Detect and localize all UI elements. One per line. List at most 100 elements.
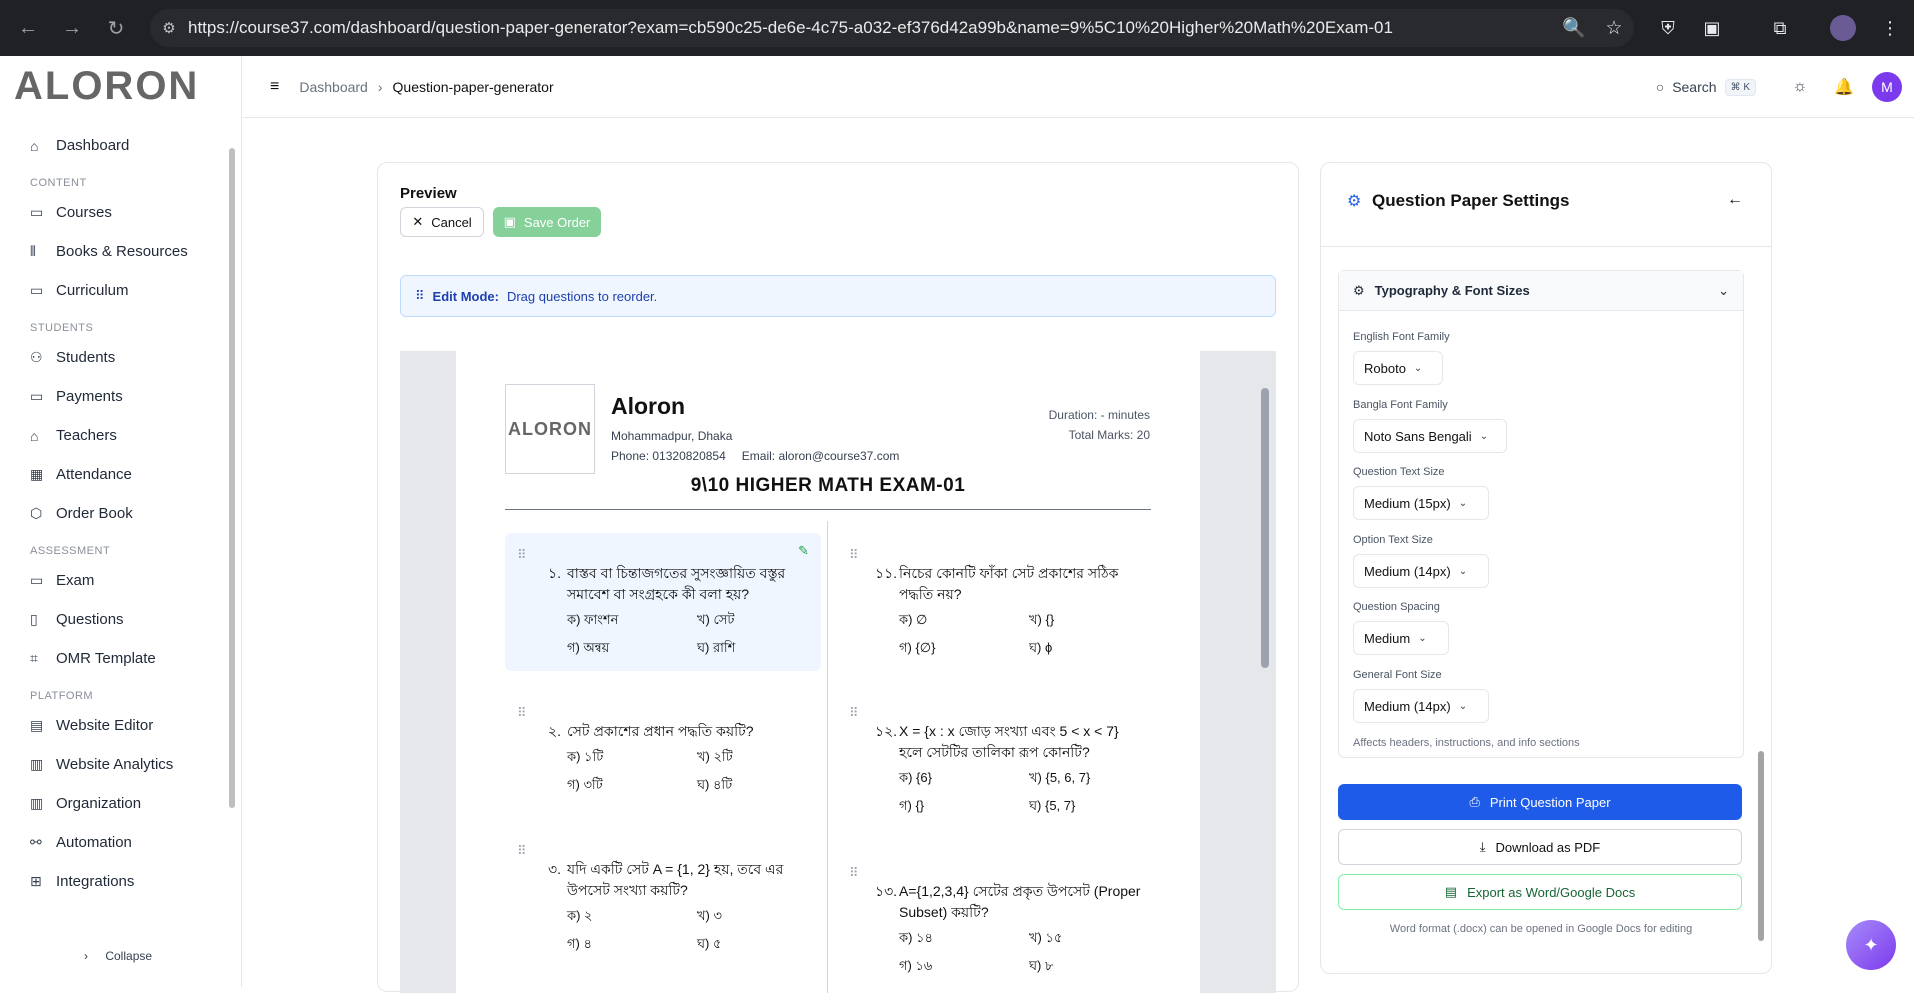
user-avatar[interactable]: M	[1872, 72, 1902, 102]
question-item[interactable]: ⠿ ১২. X = {x : x জোড় সংখ্যা এবং 5 < x < 7…	[837, 691, 1153, 831]
sidebar-item-students[interactable]: ⚇ Students	[0, 338, 232, 377]
url-text[interactable]: https://course37.com/dashboard/question-…	[188, 18, 1554, 38]
sidebar-item-website-editor[interactable]: ▤ Website Editor	[0, 706, 232, 745]
browser-menu-icon[interactable]: ⋮	[1872, 10, 1908, 46]
shield-extension-icon[interactable]: ⛨	[1650, 10, 1686, 46]
sidebar-item-payments[interactable]: ▭ Payments	[0, 377, 232, 416]
sidebar-item-questions[interactable]: ▯ Questions	[0, 600, 232, 639]
sidebar-item-label: Courses	[56, 204, 112, 221]
save-order-button[interactable]: ▣ Save Order	[493, 207, 601, 237]
notification-bell-icon[interactable]: 🔔	[1822, 77, 1866, 97]
paper-preview-area[interactable]: ALORON Aloron Mohammadpur, Dhaka Phone: …	[400, 351, 1276, 993]
settings-header: ⚙ Question Paper Settings ←	[1321, 163, 1771, 247]
question-text: যদি একটি সেট A = {1, 2} হয়, তবে এর উপসে…	[567, 861, 784, 898]
sidebar-item-label: Automation	[56, 834, 132, 851]
question-option: গ) ৩টি	[567, 777, 603, 792]
question-item[interactable]: ⠿ ✎ ১. বাস্তব বা চিন্তাজগতের সুসংজ্ঞায়িত ব…	[505, 533, 821, 671]
drag-handle-icon[interactable]: ⠿	[517, 843, 526, 859]
sidebar-item-attendance[interactable]: ▦ Attendance	[0, 455, 232, 494]
nav-item-icon: ⚯	[30, 834, 42, 850]
settings-scrollbar[interactable]	[1756, 273, 1766, 953]
bookmark-star-icon[interactable]: ☆	[1594, 17, 1634, 40]
select-question-spacing[interactable]: Medium ⌄	[1353, 621, 1449, 655]
question-number: ৩.	[548, 861, 561, 877]
drag-handle-icon[interactable]: ⠿	[517, 705, 526, 721]
reload-icon[interactable]: ↻	[94, 6, 138, 50]
drag-handle-icon[interactable]: ⠿	[517, 547, 526, 563]
question-option: ক) {6}	[899, 770, 932, 785]
question-item[interactable]: ⠿ ৩. যদি একটি সেট A = {1, 2} হয়, তবে এর উ…	[505, 829, 821, 959]
profile-avatar-icon[interactable]: ●	[1830, 15, 1856, 41]
sidebar-item-integrations[interactable]: ⊞ Integrations	[0, 862, 232, 901]
collapse-button[interactable]: › Collapse	[84, 949, 152, 963]
sidebar-section-label: ASSESSMENT	[30, 545, 111, 557]
print-button[interactable]: ⎙ Print Question Paper	[1338, 784, 1742, 820]
export-word-button[interactable]: ▤ Export as Word/Google Docs	[1338, 874, 1742, 910]
site-settings-icon[interactable]: ⚙	[150, 19, 188, 37]
nav-item-icon: ⚇	[30, 349, 43, 365]
sidebar-scrollbar[interactable]	[228, 134, 236, 814]
ai-assistant-fab-icon[interactable]: ✦	[1846, 920, 1896, 970]
question-item[interactable]: ⠿ ১১. নিচের কোনটি ফাঁকা সেট প্রকাশের সঠিক …	[837, 533, 1153, 671]
general-font-hint: Affects headers, instructions, and info …	[1353, 737, 1580, 749]
select-english-font-family[interactable]: Roboto ⌄	[1353, 351, 1443, 385]
question-item[interactable]: ⠿ ১৩. A={1,2,3,4} সেটের প্রকৃত উপসেট (Prop…	[837, 851, 1153, 981]
printer-icon: ⎙	[1469, 794, 1480, 809]
nav-item-icon: ⌂	[30, 427, 39, 444]
sidebar-item-books-resources[interactable]: ⫴ Books & Resources	[0, 232, 232, 271]
select-question-text-size[interactable]: Medium (15px) ⌄	[1353, 486, 1489, 520]
download-pdf-button[interactable]: ⤓ Download as PDF	[1338, 829, 1742, 865]
settings-panel: ⚙ Question Paper Settings ← ⚙ Typography…	[1320, 162, 1772, 974]
sidebar-item-order-book[interactable]: ⬡ Order Book	[0, 494, 232, 533]
breadcrumb-dashboard[interactable]: Dashboard	[299, 79, 368, 95]
drag-handle-icon[interactable]: ⠿	[849, 705, 858, 721]
extensions-puzzle-icon[interactable]: ▣	[1694, 10, 1730, 46]
question-number: ১৩.	[875, 883, 898, 899]
question-stem: ১. বাস্তব বা চিন্তাজগতের সুসংজ্ঞায়িত বস্…	[543, 563, 813, 605]
sidebar-item-teachers[interactable]: ⌂ Teachers	[0, 416, 232, 455]
address-bar[interactable]: ⚙ https://course37.com/dashboard/questio…	[150, 9, 1634, 47]
back-icon[interactable]: ←	[6, 6, 50, 50]
drag-handle-icon[interactable]: ⠿	[849, 547, 858, 563]
select-option-text-size[interactable]: Medium (14px) ⌄	[1353, 554, 1489, 588]
sidebar-section-label: PLATFORM	[30, 690, 94, 702]
sidebar-item-organization[interactable]: ▥ Organization	[0, 784, 232, 823]
edit-question-icon[interactable]: ✎	[798, 543, 809, 559]
nav-item-icon: ▯	[30, 611, 38, 627]
header-divider	[505, 509, 1151, 510]
sidebar-item-exam[interactable]: ▭ Exam	[0, 561, 232, 600]
aloron-logo[interactable]: ALORON	[14, 64, 199, 108]
select-general-font-size[interactable]: Medium (14px) ⌄	[1353, 689, 1489, 723]
column-divider	[827, 521, 828, 993]
search-icon: ○	[1655, 79, 1665, 95]
hamburger-menu-icon[interactable]: ≡	[270, 78, 279, 96]
drag-handle-icon[interactable]: ⠿	[849, 865, 858, 881]
sidebar-item-courses[interactable]: ▭ Courses	[0, 193, 232, 232]
field-label: General Font Size	[1353, 669, 1442, 681]
sidebar-item-label: Teachers	[56, 427, 117, 444]
word-export-hint: Word format (.docx) can be opened in Goo…	[1389, 923, 1693, 935]
question-text: সেট প্রকাশের প্রধান পদ্ধতি কয়টি?	[567, 723, 754, 739]
arrow-left-icon[interactable]: ←	[1727, 191, 1743, 209]
sidebar-item-label: OMR Template	[56, 650, 156, 667]
sidebar-item-dashboard[interactable]: ⌂ Dashboard	[0, 126, 232, 165]
question-option: ঘ) ৮	[1029, 958, 1054, 973]
forward-icon[interactable]: →	[50, 6, 94, 50]
sidebar-item-automation[interactable]: ⚯ Automation	[0, 823, 232, 862]
question-item[interactable]: ⠿ ২. সেট প্রকাশের প্রধান পদ্ধতি কয়টি? ক) ১…	[505, 691, 821, 811]
select-bangla-font-family[interactable]: Noto Sans Bengali ⌄	[1353, 419, 1507, 453]
screen-capture-icon[interactable]: ⧉	[1762, 10, 1798, 46]
sidebar-item-website-analytics[interactable]: ▥ Website Analytics	[0, 745, 232, 784]
sidebar-item-omr-template[interactable]: ⌗ OMR Template	[0, 639, 232, 678]
cancel-button[interactable]: ✕ Cancel	[400, 207, 484, 237]
chevron-down-icon: ⌄	[1479, 430, 1489, 442]
institution-email: Email: aloron@course37.com	[741, 449, 900, 463]
question-option: খ) ৩	[697, 908, 722, 923]
sidebar-item-curriculum[interactable]: ▭ Curriculum	[0, 271, 232, 310]
search-button[interactable]: ○ Search ⌘ K	[1655, 78, 1756, 96]
zoom-icon[interactable]: 🔍	[1554, 16, 1594, 40]
preview-scrollbar[interactable]	[1258, 356, 1272, 986]
typography-section-header[interactable]: ⚙ Typography & Font Sizes ⌄	[1339, 271, 1743, 311]
institution-contact: Phone: 01320820854 Email: aloron@course3…	[611, 449, 899, 463]
theme-toggle-icon[interactable]: ☼	[1778, 78, 1822, 96]
